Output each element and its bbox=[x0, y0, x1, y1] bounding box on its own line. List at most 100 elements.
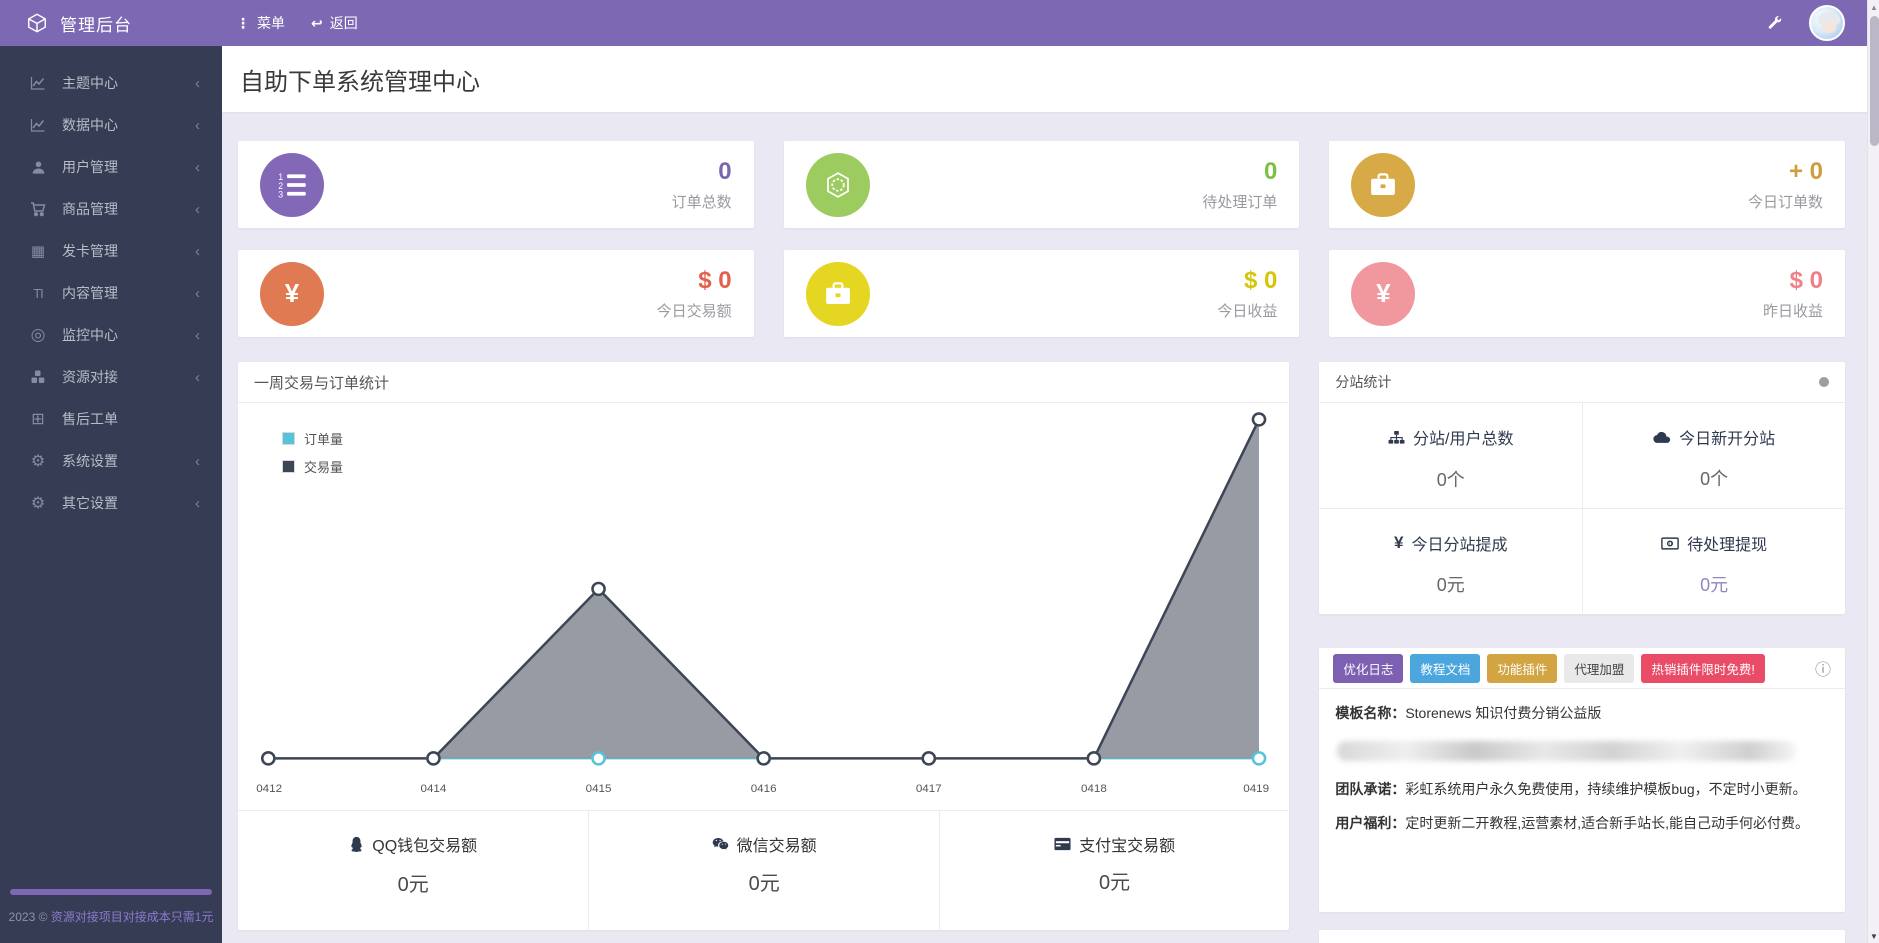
back-button[interactable]: ↩ 返回 bbox=[311, 13, 358, 33]
badge-docs[interactable]: 教程文档 bbox=[1410, 654, 1480, 683]
substation-header: 分站统计 bbox=[1319, 362, 1845, 403]
stat-label: 今日收益 bbox=[1217, 300, 1277, 321]
chevron-left-icon: ‹ bbox=[195, 285, 200, 302]
chart-title: 一周交易与订单统计 bbox=[254, 372, 389, 393]
svg-text:0414: 0414 bbox=[421, 783, 447, 795]
sidebar: 主题中心 ‹ 数据中心 ‹ 用户管理 ‹ 商品管理 ‹ ▦ 发卡管理 ‹ TI … bbox=[0, 46, 222, 943]
badge-plugins[interactable]: 功能插件 bbox=[1487, 654, 1557, 683]
badge-hot-free[interactable]: 热销插件限时免费! bbox=[1641, 654, 1764, 683]
sidebar-item-theme-center[interactable]: 主题中心 ‹ bbox=[0, 62, 222, 104]
sidebar-item-content-management[interactable]: TI 内容管理 ‹ bbox=[0, 272, 222, 314]
next-panel-edge bbox=[1319, 930, 1845, 943]
wrench-icon[interactable] bbox=[1766, 15, 1783, 32]
chart-legend[interactable]: 订单量 交易量 bbox=[282, 429, 343, 485]
chevron-left-icon: ‹ bbox=[195, 495, 200, 512]
chevron-left-icon: ‹ bbox=[195, 201, 200, 218]
substation-value: 0元 bbox=[1583, 571, 1845, 597]
gears-icon: ⚙ bbox=[27, 493, 49, 513]
info-icon[interactable]: ⓘ bbox=[1815, 656, 1831, 680]
stat-label: 今日订单数 bbox=[1748, 191, 1823, 212]
line-chart-icon bbox=[27, 117, 49, 133]
scrollbar-thumb[interactable] bbox=[1870, 16, 1879, 146]
substation-stats-panel: 分站统计 分站/用户总数 0个 bbox=[1319, 362, 1845, 614]
card-icon bbox=[1054, 837, 1071, 851]
substation-cell-new-today: 今日新开分站 0个 bbox=[1582, 403, 1845, 508]
sidebar-footer-link[interactable]: 资源对接项目对接成本只需1元 bbox=[51, 910, 214, 924]
user-avatar[interactable] bbox=[1809, 5, 1845, 41]
stat-card-total-orders: 123 0 订单总数 bbox=[238, 141, 754, 228]
qq-wallet-amount: 0元 bbox=[238, 868, 588, 897]
briefcase-icon bbox=[806, 262, 870, 326]
substation-title: 分站统计 bbox=[1335, 372, 1391, 392]
money-bill-icon: 0 bbox=[1661, 537, 1679, 550]
substation-cell-total: 分站/用户总数 0个 bbox=[1319, 403, 1582, 508]
qq-wallet-cell: QQ钱包交易额 0元 bbox=[238, 811, 588, 930]
chevron-left-icon: ‹ bbox=[195, 117, 200, 134]
stat-value: $ 0 bbox=[657, 267, 732, 295]
svg-text:0415: 0415 bbox=[586, 783, 612, 795]
sidebar-footer-divider bbox=[10, 889, 212, 895]
page-title: 自助下单系统管理中心 bbox=[240, 62, 480, 97]
chevron-left-icon: ‹ bbox=[195, 75, 200, 92]
menu-toggle[interactable]: ⋮ 菜单 bbox=[236, 13, 285, 33]
svg-text:0412: 0412 bbox=[256, 783, 282, 795]
ordered-list-icon: 123 bbox=[260, 153, 324, 217]
stat-label: 今日交易额 bbox=[657, 300, 732, 321]
stat-value: $ 0 bbox=[1217, 267, 1277, 295]
sidebar-item-user-management[interactable]: 用户管理 ‹ bbox=[0, 146, 222, 188]
menu-icon: ⋮ bbox=[236, 15, 250, 32]
page-scrollbar[interactable]: ▲ ▼ bbox=[1867, 0, 1879, 943]
legend-swatch-orders bbox=[282, 432, 295, 445]
main-content: 自助下单系统管理中心 123 0 订单总数 0 待处理订单 bbox=[222, 46, 1867, 943]
grid-icon: ▦ bbox=[27, 242, 49, 260]
substation-value: 0个 bbox=[1583, 465, 1845, 491]
stat-label: 订单总数 bbox=[672, 191, 732, 212]
back-label: 返回 bbox=[330, 13, 358, 33]
svg-text:0: 0 bbox=[1669, 541, 1672, 547]
user-icon bbox=[27, 160, 49, 175]
plus-square-icon: ⊞ bbox=[27, 409, 49, 429]
sidebar-copyright: 2023 © 资源对接项目对接成本只需1元 bbox=[0, 907, 222, 927]
area-chart[interactable]: 0412041404150416041704180419 订单量 交易量 bbox=[238, 403, 1289, 810]
sidebar-item-card-management[interactable]: ▦ 发卡管理 ‹ bbox=[0, 230, 222, 272]
sidebar-item-aftersale-tickets[interactable]: ⊞ 售后工单 bbox=[0, 398, 222, 440]
text-icon: TI bbox=[27, 286, 49, 301]
stat-label: 昨日收益 bbox=[1763, 300, 1823, 321]
sidebar-item-resource-docking[interactable]: 资源对接 ‹ bbox=[0, 356, 222, 398]
back-icon: ↩ bbox=[311, 15, 323, 32]
sidebar-item-data-center[interactable]: 数据中心 ‹ bbox=[0, 104, 222, 146]
sidebar-item-monitor-center[interactable]: ◎ 监控中心 ‹ bbox=[0, 314, 222, 356]
menu-label: 菜单 bbox=[257, 13, 285, 33]
scroll-up-arrow[interactable]: ▲ bbox=[1868, 0, 1879, 14]
substation-cell-commission: ¥ 今日分站提成 0元 bbox=[1319, 508, 1582, 613]
stat-card-today-income: $ 0 今日收益 bbox=[784, 250, 1300, 337]
scroll-down-arrow[interactable]: ▼ bbox=[1868, 929, 1879, 943]
legend-item-orders[interactable]: 订单量 bbox=[282, 429, 343, 448]
chevron-left-icon: ‹ bbox=[195, 453, 200, 470]
stat-value: + 0 bbox=[1748, 158, 1823, 186]
substation-cell-withdrawals: 0 待处理提现 0元 bbox=[1582, 508, 1845, 613]
qq-icon bbox=[349, 836, 364, 853]
stat-label: 待处理订单 bbox=[1202, 191, 1277, 212]
payment-summary-row: QQ钱包交易额 0元 微信交易额 0元 支付 bbox=[238, 810, 1289, 930]
stat-card-today-transactions: ¥ $ 0 今日交易额 bbox=[238, 250, 754, 337]
yen-icon: ¥ bbox=[1394, 533, 1403, 553]
badge-agency[interactable]: 代理加盟 bbox=[1564, 654, 1634, 683]
badge-changelog[interactable]: 优化日志 bbox=[1333, 654, 1403, 683]
sidebar-item-product-management[interactable]: 商品管理 ‹ bbox=[0, 188, 222, 230]
chevron-left-icon: ‹ bbox=[195, 159, 200, 176]
alipay-amount: 0元 bbox=[940, 866, 1289, 895]
sidebar-item-other-settings[interactable]: ⚙ 其它设置 ‹ bbox=[0, 482, 222, 524]
brand[interactable]: 管理后台 bbox=[0, 11, 222, 36]
chevron-left-icon: ‹ bbox=[195, 369, 200, 386]
legend-item-transactions[interactable]: 交易量 bbox=[282, 457, 343, 476]
page-titlebar: 自助下单系统管理中心 bbox=[222, 46, 1867, 112]
chevron-left-icon: ‹ bbox=[195, 243, 200, 260]
cubes-icon bbox=[27, 369, 49, 385]
yen-icon: ¥ bbox=[260, 262, 324, 326]
svg-text:0417: 0417 bbox=[916, 783, 942, 795]
cloud-icon bbox=[1653, 431, 1671, 444]
sidebar-item-system-settings[interactable]: ⚙ 系统设置 ‹ bbox=[0, 440, 222, 482]
gear-icon: ⚙ bbox=[27, 451, 49, 471]
weekly-chart-card: 一周交易与订单统计 0412041404150416041704180419 订… bbox=[238, 362, 1289, 930]
